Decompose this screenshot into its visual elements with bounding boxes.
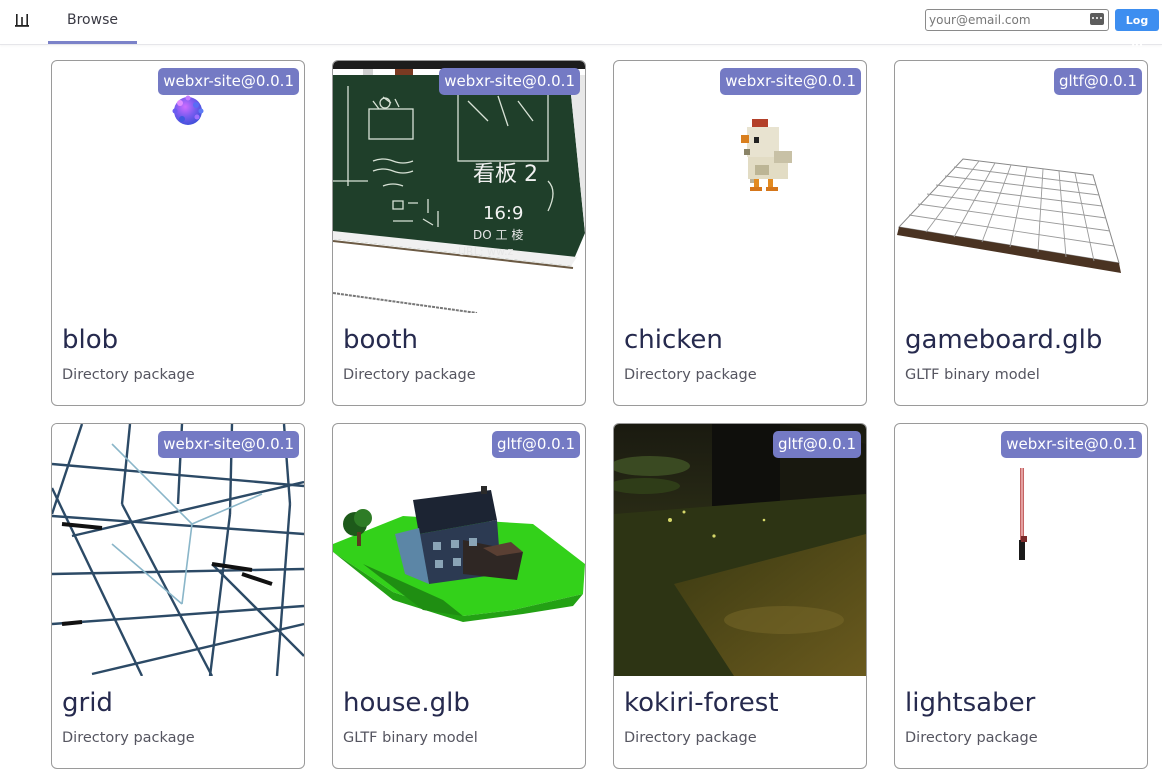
- package-card[interactable]: webxr-site@0.0.1 lightsaber Directory pa…: [894, 423, 1148, 769]
- package-thumbnail: [52, 424, 304, 676]
- package-version-badge: webxr-site@0.0.1: [158, 431, 299, 458]
- lightsaber-render: [1019, 468, 1027, 560]
- package-card[interactable]: gltf@0.0.1 kokiri-forest Directory packa…: [613, 423, 867, 769]
- package-type: GLTF binary model: [343, 730, 478, 746]
- login-button[interactable]: Log in: [1115, 9, 1159, 49]
- password-manager-icon[interactable]: [1090, 13, 1104, 25]
- package-type: Directory package: [624, 730, 757, 746]
- email-field-container: [925, 9, 1109, 31]
- package-version-badge: gltf@0.0.1: [491, 431, 580, 458]
- chalkboard-booth-render: 看板 2 16:9 DO 工 棱 URL: ww.z -: [333, 61, 585, 313]
- package-type: Directory package: [62, 730, 195, 746]
- package-card[interactable]: gltf@0.0.1 house.glb GLTF binary model: [332, 423, 586, 769]
- package-type: GLTF binary model: [905, 367, 1040, 383]
- wireframe-grid-render: [52, 424, 304, 676]
- package-title: kokiri-forest: [624, 688, 779, 718]
- svg-text:DO 工 棱: DO 工 棱: [473, 227, 523, 242]
- package-card[interactable]: gltf@0.0.1 gameboard.glb GLTF binary mod…: [894, 60, 1148, 406]
- package-version-badge: gltf@0.0.1: [772, 431, 861, 458]
- package-title: blob: [62, 325, 119, 355]
- package-version-badge: gltf@0.0.1: [1053, 68, 1142, 95]
- top-navigation-bar: Browse Log in: [0, 0, 1162, 49]
- svg-text:看板 2: 看板 2: [473, 162, 538, 187]
- purple-blob-icon: [172, 95, 204, 125]
- voxel-chicken-render: [741, 119, 792, 191]
- package-title: gameboard.glb: [905, 325, 1103, 355]
- package-title: booth: [343, 325, 418, 355]
- package-type: Directory package: [62, 367, 195, 383]
- email-field[interactable]: [929, 11, 1084, 29]
- package-version-badge: webxr-site@0.0.1: [1001, 431, 1142, 458]
- package-thumbnail: 看板 2 16:9 DO 工 棱 URL: ww.z -: [333, 61, 585, 313]
- grid-gameboard-render: [897, 158, 1121, 273]
- package-card[interactable]: 看板 2 16:9 DO 工 棱 URL: ww.z - webxr-site@…: [332, 60, 586, 406]
- package-thumbnail: [614, 61, 866, 313]
- tab-browse[interactable]: Browse: [48, 0, 137, 44]
- active-tab-indicator: [48, 41, 137, 44]
- package-type: Directory package: [905, 730, 1038, 746]
- house-island-render: [333, 486, 585, 622]
- package-version-badge: webxr-site@0.0.1: [720, 68, 861, 95]
- svg-text:URL: ww.z -: URL: ww.z -: [458, 245, 521, 258]
- package-title: house.glb: [343, 688, 470, 718]
- package-version-badge: webxr-site@0.0.1: [439, 68, 580, 95]
- package-type: Directory package: [624, 367, 757, 383]
- svg-text:16:9: 16:9: [483, 203, 523, 224]
- package-thumbnail: [333, 424, 585, 676]
- package-thumbnail: [895, 424, 1147, 676]
- dark-forest-render: [614, 424, 866, 676]
- package-thumbnail: [52, 61, 304, 313]
- package-title: lightsaber: [905, 688, 1036, 718]
- package-card[interactable]: webxr-site@0.0.1 blob Directory package: [51, 60, 305, 406]
- package-thumbnail: [614, 424, 866, 676]
- package-version-badge: webxr-site@0.0.1: [158, 68, 299, 95]
- tab-browse-label: Browse: [67, 12, 118, 28]
- package-type: Directory package: [343, 367, 476, 383]
- app-logo-icon[interactable]: [15, 12, 29, 28]
- package-title: grid: [62, 688, 113, 718]
- package-thumbnail: [895, 61, 1147, 313]
- package-title: chicken: [624, 325, 723, 355]
- package-card[interactable]: webxr-site@0.0.1 chicken Directory packa…: [613, 60, 867, 406]
- package-card[interactable]: webxr-site@0.0.1 grid Directory package: [51, 423, 305, 769]
